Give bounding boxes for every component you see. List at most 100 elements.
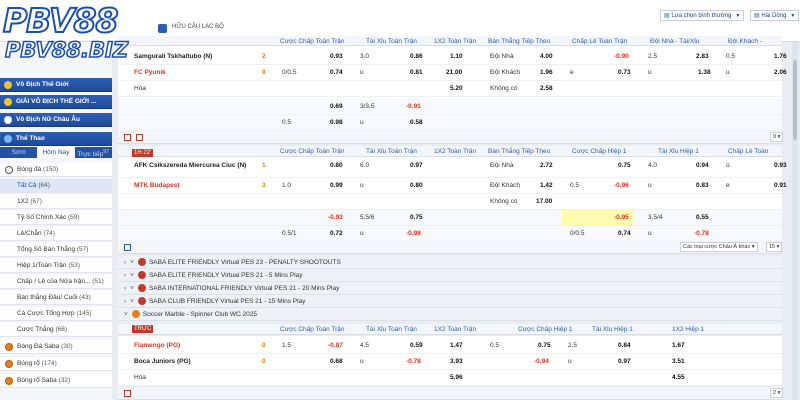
odds-cell[interactable]: 0.75 <box>618 158 631 174</box>
tab-today[interactable]: Hôm Nay <box>37 147 75 158</box>
sidebar-item-mix-parlay[interactable]: Cá Cược Tổng Hợp (145) <box>0 307 112 321</box>
odds-cell[interactable]: 0.75 <box>410 210 423 226</box>
soccer-ball-icon <box>5 343 13 351</box>
odds-cell[interactable]: 1.96 <box>540 65 553 81</box>
odds-cell[interactable]: 1.42 <box>540 178 553 194</box>
tab-live[interactable]: Trực tiếp97 <box>75 147 112 158</box>
odds-cell[interactable]: 0.94 <box>696 158 709 174</box>
sidebar-item-ht-ft[interactable]: Hiệp 1/Toàn Trận (53) <box>0 259 112 273</box>
odds-cell[interactable]: 0.80 <box>410 178 423 194</box>
odds-cell[interactable]: 0.91 <box>774 178 787 194</box>
odds-cell[interactable]: 2.58 <box>540 81 553 97</box>
scrollbar-thumb[interactable] <box>793 60 797 140</box>
odds-cell[interactable]: 0.74 <box>330 65 343 81</box>
odds-cell[interactable]: 0.75 <box>538 338 551 354</box>
sidebar-item-saba-soccer[interactable]: Bóng Đá Saba (30) <box>0 340 112 354</box>
odds-cell[interactable]: 0.81 <box>410 65 423 81</box>
odds-cell[interactable]: 1.10 <box>450 49 463 65</box>
odds-cell[interactable]: -0.78 <box>694 226 709 242</box>
odds-cell[interactable]: -0.90 <box>614 49 629 65</box>
odds-cell[interactable]: 0.58 <box>410 115 423 131</box>
odds-cell[interactable]: 0.93 <box>330 49 343 65</box>
odds-cell[interactable]: -0.93 <box>328 210 343 226</box>
stats-icon[interactable] <box>124 390 131 397</box>
ou-label: u <box>360 182 364 189</box>
odds-cell[interactable]: 2.72 <box>540 158 553 174</box>
odds-cell[interactable]: 1.38 <box>698 65 711 81</box>
odds-cell[interactable]: 0.83 <box>696 178 709 194</box>
sidebar-item-correct-score[interactable]: Tỷ Số Chính Xác (59) <box>0 211 112 225</box>
odds-cell[interactable]: 1.76 <box>774 49 787 65</box>
away-team: Boca Juniors (PG) <box>134 358 191 365</box>
odds-cell[interactable]: 0.72 <box>330 226 343 242</box>
odds-cell[interactable]: -0.96 <box>614 178 629 194</box>
odds-cell[interactable]: 0.68 <box>330 354 343 370</box>
tab-early[interactable]: Sớm <box>0 147 37 158</box>
odds-cell[interactable]: 4.00 <box>540 49 553 65</box>
stats-icon[interactable] <box>124 244 131 251</box>
stats-icon[interactable] <box>124 134 131 141</box>
col-ft-ou: Tài Xỉu Toàn Trận <box>366 148 417 155</box>
odds-cell[interactable]: 0.59 <box>410 338 423 354</box>
odds-cell[interactable]: -0.94 <box>534 354 549 370</box>
league-row[interactable]: › ˅ SABA CLUB FRIENDLY Virtual PES 21 - 15… <box>118 295 782 308</box>
sidebar-item-basketball[interactable]: Bóng rổ (174) <box>0 357 112 371</box>
home-score: 2 <box>262 53 266 60</box>
odds-cell[interactable]: -0.91 <box>406 99 421 115</box>
sidebar-item-odd-even[interactable]: Lẻ/Chẵn (74) <box>0 227 112 241</box>
odds-cell[interactable]: 1.47 <box>450 338 463 354</box>
odds-cell[interactable]: -0.87 <box>328 338 343 354</box>
odds-cell[interactable]: 0.55 <box>696 210 709 226</box>
odds-select[interactable]: ▤ Hai Dòng ▼ <box>750 10 800 21</box>
sidebar-item-total-goals[interactable]: Tổng Số Bàn Thắng (57) <box>0 243 112 257</box>
odds-cell[interactable]: 3.51 <box>672 354 685 370</box>
odds-cell[interactable]: -0.78 <box>406 354 421 370</box>
odds-cell[interactable]: 4.55 <box>672 370 685 386</box>
bet-types-select[interactable]: Các loại cược Châu Á khác ▾ <box>680 242 758 252</box>
sidebar-item-half-hdp[interactable]: Chấp / Lẻ của Nửa trận... (51) <box>0 275 112 289</box>
odds-cell[interactable]: 0.69 <box>330 99 343 115</box>
favorite-icon[interactable] <box>136 134 143 141</box>
league-row[interactable]: › ˅ SABA INTERNATIONAL FRIENDLY Virtual PE… <box>118 282 782 295</box>
sidebar-group-world-cup-2[interactable]: GIẢI VÔ ĐỊCH THẾ GIỚI ... <box>0 95 112 109</box>
sidebar-item-outright[interactable]: Cược Thắng (66) <box>0 323 112 337</box>
sidebar-group-world-cup[interactable]: Vô Địch Thế Giới <box>0 78 112 92</box>
odds-cell[interactable]: 0.97 <box>618 354 631 370</box>
odds-cell[interactable]: 0.98 <box>330 115 343 131</box>
odds-cell[interactable]: 3.93 <box>450 354 463 370</box>
page-select[interactable]: 2 ▾ <box>770 388 784 398</box>
odds-cell[interactable]: 0.99 <box>330 178 343 194</box>
odds-cell[interactable]: 0.80 <box>330 158 343 174</box>
league-row[interactable]: › ˅ SABA ELITE FRIENDLY Virtual PES 21 - 5… <box>118 269 782 282</box>
soccer-ball-icon <box>5 166 13 174</box>
odds-cell[interactable]: 2.83 <box>696 49 709 65</box>
odds-cell[interactable]: 0.73 <box>618 65 631 81</box>
odds-cell[interactable]: 2.06 <box>774 65 787 81</box>
sidebar-item-soccer[interactable]: Bóng đá (150) <box>0 163 112 177</box>
chevron-down-icon: ˅ <box>130 259 134 266</box>
odds-cell[interactable]: 5.96 <box>450 370 463 386</box>
sidebar-group-euro-women[interactable]: Vô Địch Nữ Châu Âu <box>0 113 112 127</box>
odds-cell[interactable]: 1.67 <box>672 338 685 354</box>
odds-cell[interactable]: -0.95 <box>614 210 629 226</box>
odds-cell[interactable]: 0.86 <box>410 49 423 65</box>
odds-cell[interactable]: 0.97 <box>410 158 423 174</box>
odds-cell[interactable]: 5.20 <box>450 81 463 97</box>
odds-cell[interactable]: -0.98 <box>406 226 421 242</box>
odds-cell[interactable]: 0.74 <box>618 226 631 242</box>
sidebar-item-first-last-goal[interactable]: Bàn thắng Đầu/ Cuối (43) <box>0 291 112 305</box>
odds-cell[interactable]: 0.93 <box>774 158 787 174</box>
league-row-marble[interactable]: ˅ Soccer Marble - Spinner Club WC 2025 <box>118 308 782 321</box>
sidebar-group-sports[interactable]: Thể Thao <box>0 132 112 146</box>
odds-cell[interactable]: 17.00 <box>536 194 552 210</box>
sidebar-item-saba-basketball[interactable]: Bóng rổ Saba (32) <box>0 374 112 388</box>
odds-cell[interactable]: 21.00 <box>446 65 462 81</box>
sort-select[interactable]: ▤ Lựa chọn bình thường ▼ <box>660 10 745 21</box>
odds-cell[interactable]: 0.84 <box>618 338 631 354</box>
brand-logo[interactable]: PBV88 PBV88.BIZ <box>2 2 155 65</box>
page-select[interactable]: 15 ▾ <box>766 242 783 252</box>
sidebar-item-all[interactable]: Tất Cả (64) <box>0 179 112 193</box>
league-row[interactable]: › ˅ SABA ELITE FRIENDLY Virtual PES 23 - P… <box>118 256 782 269</box>
page-select[interactable]: 9 ▾ <box>770 132 784 142</box>
sidebar-item-1x2[interactable]: 1X2 (67) <box>0 195 112 209</box>
